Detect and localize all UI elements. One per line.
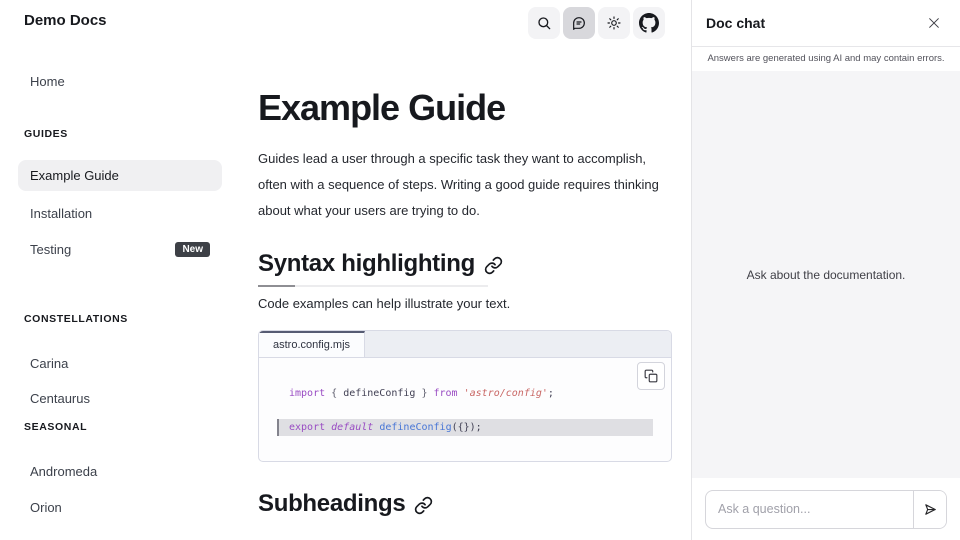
sidebar-item-centaurus[interactable]: Centaurus <box>18 383 222 414</box>
code-tabbar: astro.config.mjs <box>259 331 671 358</box>
sidebar-item-label: Installation <box>30 206 92 221</box>
sidebar-group-constellations: CONSTELLATIONS <box>24 313 128 325</box>
sidebar-item-installation[interactable]: Installation <box>18 198 222 229</box>
code-area: import { defineConfig } from 'astro/conf… <box>259 358 671 462</box>
sidebar-item-testing[interactable]: Testing New <box>18 234 222 265</box>
sidebar-item-label: Orion <box>30 500 62 515</box>
send-button[interactable] <box>913 491 946 528</box>
code-tab-filename[interactable]: astro.config.mjs <box>259 331 365 357</box>
chat-empty-state: Ask about the documentation. <box>747 268 906 282</box>
sidebar-group-seasonal: SEASONAL <box>24 421 87 433</box>
chat-header: Doc chat <box>692 0 960 47</box>
sidebar-item-label: Centaurus <box>30 391 90 406</box>
sidebar-item-label: Testing <box>30 242 71 257</box>
main-content: Example Guide Guides lead a user through… <box>258 0 672 540</box>
new-badge: New <box>175 242 210 257</box>
chat-footer <box>692 478 960 540</box>
sidebar: Demo Docs Home GUIDES Example Guide Inst… <box>0 0 230 540</box>
close-button[interactable] <box>920 9 948 37</box>
copy-icon <box>644 369 658 383</box>
copy-button[interactable] <box>637 362 665 390</box>
site-title[interactable]: Demo Docs <box>24 12 107 29</box>
heading-text: Syntax highlighting <box>258 250 475 278</box>
sidebar-item-home[interactable]: Home <box>18 66 222 97</box>
sidebar-item-andromeda[interactable]: Andromeda <box>18 456 222 487</box>
code-block: astro.config.mjs import { defineConfig }… <box>258 330 672 462</box>
code-content: import { defineConfig } from 'astro/conf… <box>259 358 671 436</box>
sidebar-group-guides: GUIDES <box>24 128 68 140</box>
sidebar-item-label: Andromeda <box>30 464 97 479</box>
sidebar-item-label: Home <box>30 74 65 89</box>
heading-underline <box>258 285 488 287</box>
sidebar-item-label: Carina <box>30 356 68 371</box>
sidebar-item-label: Example Guide <box>30 168 119 183</box>
sidebar-item-orion[interactable]: Orion <box>18 492 222 523</box>
link-icon[interactable] <box>484 256 503 275</box>
send-icon <box>923 502 938 517</box>
chat-input-container <box>705 490 947 529</box>
link-icon[interactable] <box>414 496 433 515</box>
page-title: Example Guide <box>258 88 505 128</box>
doc-chat-panel: Doc chat Answers are generated using AI … <box>691 0 960 540</box>
question-input[interactable] <box>706 491 913 528</box>
chat-title: Doc chat <box>706 15 765 31</box>
section-heading-syntax-highlighting: Syntax highlighting <box>258 250 503 278</box>
section1-paragraph: Code examples can help illustrate your t… <box>258 296 510 311</box>
code-line-highlighted: export default defineConfig({}); <box>277 419 653 436</box>
intro-paragraph: Guides lead a user through a specific ta… <box>258 146 672 224</box>
section-heading-subheadings: Subheadings <box>258 490 433 518</box>
code-line-empty <box>277 402 653 419</box>
ai-disclaimer: Answers are generated using AI and may c… <box>692 47 960 70</box>
code-line: import { defineConfig } from 'astro/conf… <box>277 385 653 402</box>
sidebar-item-example-guide[interactable]: Example Guide <box>18 160 222 191</box>
heading-text: Subheadings <box>258 490 405 518</box>
sidebar-item-carina[interactable]: Carina <box>18 348 222 379</box>
close-icon <box>926 15 942 31</box>
chat-body: Ask about the documentation. <box>692 71 960 478</box>
